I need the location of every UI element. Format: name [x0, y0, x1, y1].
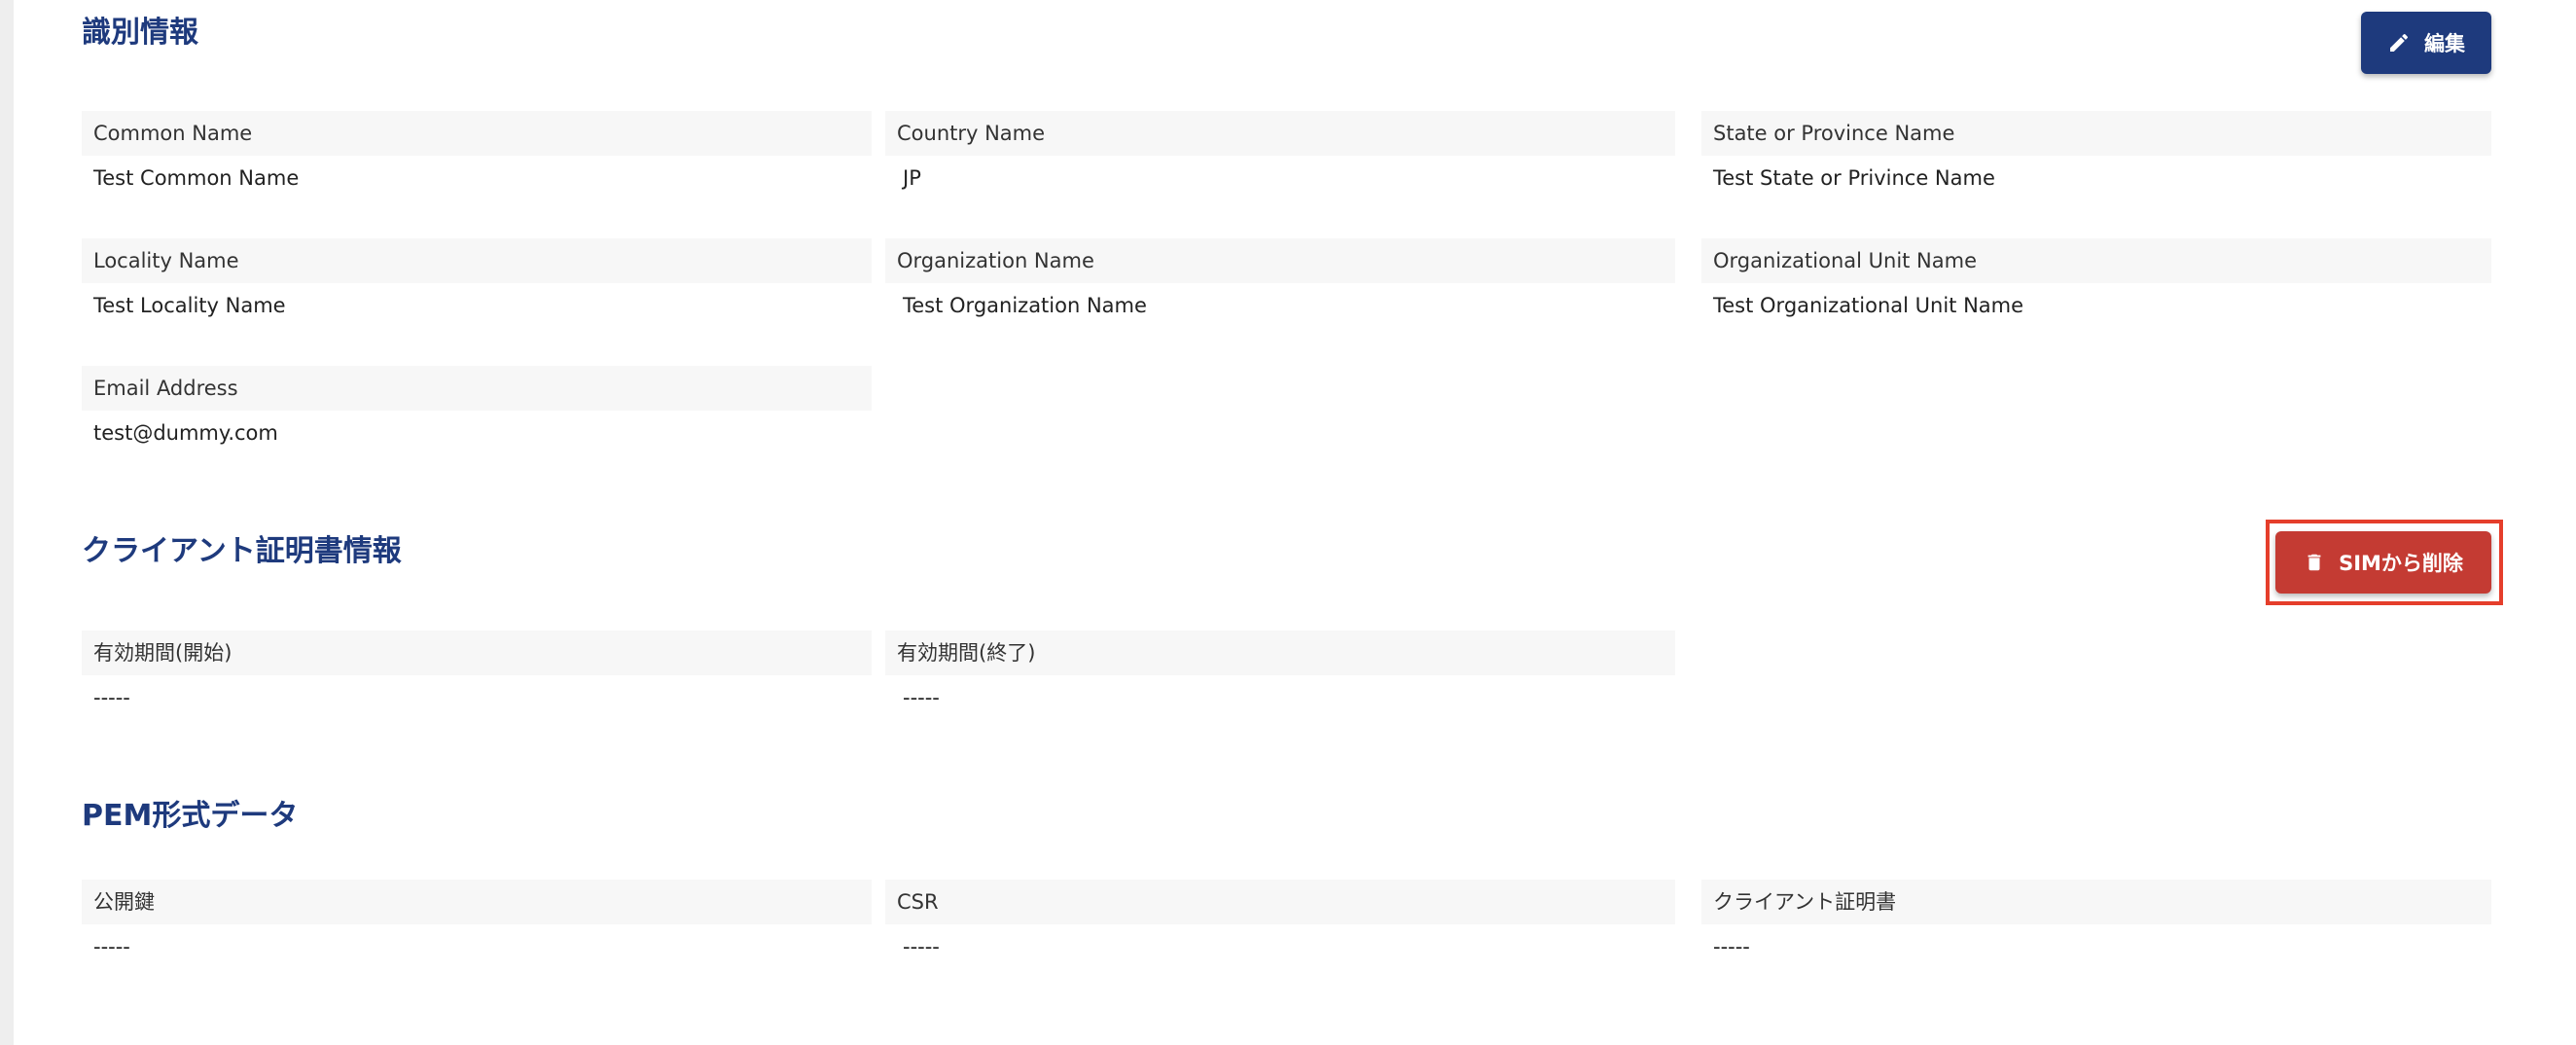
field-label: CSR: [885, 880, 1675, 924]
field-common-name: Common Name Test Common Name: [82, 111, 872, 200]
field-validity-end: 有効期間(終了) -----: [885, 631, 1675, 720]
field-csr: CSR -----: [885, 880, 1675, 969]
field-label: 有効期間(開始): [82, 631, 872, 675]
pencil-icon: [2387, 31, 2411, 54]
field-client-certificate: クライアント証明書 -----: [1701, 880, 2491, 969]
field-value: -----: [903, 686, 940, 709]
field-value: -----: [93, 686, 130, 709]
pem-title: PEM形式データ: [82, 799, 299, 833]
field-label: Email Address: [82, 366, 872, 411]
field-label: Organizational Unit Name: [1701, 238, 2491, 283]
field-value: test@dummy.com: [93, 421, 278, 445]
identification-title: 識別情報: [82, 16, 198, 50]
field-value: -----: [1713, 935, 1750, 958]
delete-button-label: SIMから削除: [2339, 552, 2463, 575]
field-value: -----: [903, 935, 940, 958]
field-value: Test Common Name: [93, 166, 300, 190]
field-label: Locality Name: [82, 238, 872, 283]
field-value: Test Organizational Unit Name: [1713, 294, 2024, 317]
field-value: -----: [93, 935, 130, 958]
trash-icon: [2304, 551, 2325, 574]
field-country-name: Country Name JP: [885, 111, 1675, 200]
field-label: Country Name: [885, 111, 1675, 156]
field-public-key: 公開鍵 -----: [82, 880, 872, 969]
field-value: Test State or Privince Name: [1713, 166, 1995, 190]
field-organizational-unit-name: Organizational Unit Name Test Organizati…: [1701, 238, 2491, 328]
field-label: クライアント証明書: [1701, 880, 2491, 924]
field-label: 有効期間(終了): [885, 631, 1675, 675]
edit-button[interactable]: 編集: [2361, 12, 2491, 74]
field-validity-start: 有効期間(開始) -----: [82, 631, 872, 720]
field-label: State or Province Name: [1701, 111, 2491, 156]
page: 識別情報 編集 Common Name Test Common Name Cou…: [14, 0, 2576, 1045]
field-email-address: Email Address test@dummy.com: [82, 366, 872, 455]
field-state-or-province-name: State or Province Name Test State or Pri…: [1701, 111, 2491, 200]
field-locality-name: Locality Name Test Locality Name: [82, 238, 872, 328]
field-organization-name: Organization Name Test Organization Name: [885, 238, 1675, 328]
delete-from-sim-button[interactable]: SIMから削除: [2275, 531, 2491, 594]
client-cert-title: クライアント証明書情報: [82, 534, 402, 568]
field-label: Common Name: [82, 111, 872, 156]
edit-button-label: 編集: [2424, 32, 2465, 55]
field-label: Organization Name: [885, 238, 1675, 283]
field-value: Test Organization Name: [903, 294, 1147, 317]
field-value: Test Locality Name: [93, 294, 286, 317]
field-value: JP: [903, 166, 921, 190]
field-label: 公開鍵: [82, 880, 872, 924]
